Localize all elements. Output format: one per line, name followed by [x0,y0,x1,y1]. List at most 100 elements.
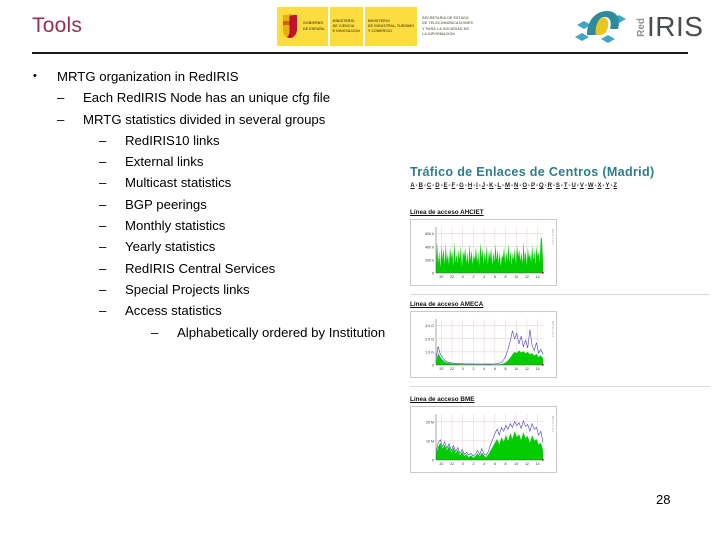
alphabet-link-n[interactable]: N [514,183,519,189]
chart-side-caption: MRTG 2.16.2 [551,416,555,433]
list-item: – Special Projects links [99,279,426,300]
bullet-marker: – [99,132,107,148]
graph-label[interactable]: Línea de acceso AHCIET [410,209,710,216]
bullet-marker: – [99,239,107,255]
alphabet-link-w[interactable]: W [588,183,594,189]
coat-of-arms [280,13,300,40]
y-axis-tick: 20 M [426,420,434,424]
list-item: – RedIRIS10 links [99,130,426,151]
list-item: – RedIRIS Central Services [99,258,426,279]
x-axis-tick: 22 [450,462,454,466]
x-axis-tick: 6 [494,275,496,279]
y-axis-tick: 1.0 G [425,350,434,354]
section-divider [410,294,710,295]
x-axis-tick: 14 [536,367,540,371]
list-item-label: Yearly statistics [125,239,216,255]
logo-text: SECRETARÍA DE ESTADO DE TELECOMUNICACION… [422,16,473,36]
x-axis-tick: 10 [514,275,518,279]
list-item-label: RedIRIS Central Services [125,260,276,276]
list-item: • MRTG organization in RedIRIS [26,66,426,87]
alphabet-link-f[interactable]: F [451,183,456,189]
alphabet-link-c[interactable]: C [427,183,432,189]
chart-canvas: 0 10 M 20 M 20 22 0 2 4 6 8 10 12 14 MRTG 2.16.2 [426,414,555,466]
logo-gobierno-de-espana: GOBIERNO DE ESPAÑA [277,7,328,46]
bullet-marker: – [57,111,65,127]
chart-canvas: 0 1.0 G 2.0 G 3.0 G 20 22 0 2 4 6 8 10 12 14 MRTG 2.16… [425,319,555,371]
bullet-marker: – [99,196,107,212]
list-item: – External links [99,151,426,172]
page-title: Tools [32,14,83,37]
mrtg-screenshot-panel: Tráfico de Enlaces de Centros (Madrid) A… [404,161,715,488]
bullet-marker: – [151,324,159,340]
page-number: 28 [656,492,671,507]
list-item-label: External links [125,154,204,170]
list-item-label: Each RedIRIS Node has an unique cfg file [83,90,331,106]
list-item: – Each RedIRIS Node has an unique cfg fil… [57,87,426,108]
x-axis-tick: 14 [536,462,540,466]
mrtg-chart: 0 10 M 20 M 20 22 0 2 4 6 8 10 12 14 MRTG 2.16.2 [410,406,557,473]
mrtg-graph-block: Línea de acceso AMECA 0 1.0 G 2.0 G 3.0 G 20 2… [410,301,710,378]
x-axis-tick: 8 [505,462,507,466]
alphabet-separator: - [584,183,587,189]
y-axis-tick: 0 [432,459,434,463]
bullet-marker: – [57,90,65,106]
list-item-label: MRTG organization in RedIRIS [57,69,239,84]
y-axis-tick: 400 k [425,245,434,249]
y-axis-tick: 0 [432,272,434,276]
logo-secretaria-estado-telecomunicaciones: SECRETARÍA DE ESTADO DE TELECOMUNICACION… [419,7,476,46]
government-logo-strip: GOBIERNO DE ESPAÑA MINISTERIO DE CIENCIA … [277,7,478,46]
bullet-marker: – [99,218,107,234]
list-item: – BGP peerings [99,194,426,215]
mrtg-chart: 0 1.0 G 2.0 G 3.0 G 20 22 0 2 4 6 8 10 12 14 MRTG 2.16… [410,311,557,378]
chart-canvas: 0 200 k 400 k 600 k 20 22 0 2 4 6 8 10 12 14 MRTG 2.16… [425,227,555,279]
y-axis-tick: 3.0 G [425,324,434,328]
list-item-label: Multicast statistics [125,175,232,191]
x-axis-tick: 4 [483,275,485,279]
logo-text: MINISTERIO DE INDUSTRIA, TURISMO Y COMER… [367,18,415,34]
mrtg-graph-block: Línea de acceso BME 0 10 M 20 M 20 22 0 2 4 6 8 10 1… [410,396,710,473]
x-axis-tick: 22 [450,367,454,371]
list-item-label: RedIRIS10 links [125,132,220,148]
y-axis-tick: 200 k [425,258,434,262]
alphabet-link-k[interactable]: K [489,183,494,189]
rediris-red-text: Red [636,17,647,37]
list-item-label: Special Projects links [125,281,250,297]
mrtg-graph-block: Línea de acceso AHCIET 0 200 k 400 k 600 k 20… [410,209,710,286]
x-axis-tick: 6 [494,367,496,371]
list-item: – Monthly statistics [99,215,426,236]
x-axis-tick: 10 [514,462,518,466]
x-axis-tick: 0 [462,275,464,279]
y-axis-tick: 2.0 G [425,337,434,341]
graph-label[interactable]: Línea de acceso BME [410,396,710,403]
x-axis-tick: 20 [439,462,443,466]
alphabet-link-z[interactable]: Z [613,183,617,189]
x-axis-tick: 6 [494,462,496,466]
list-item: – Multicast statistics [99,172,426,193]
x-axis-tick: 12 [525,367,529,371]
x-axis-tick: 8 [505,275,507,279]
chart-side-caption: MRTG 2.16.2 [551,321,555,338]
y-axis-tick: 10 M [426,439,434,443]
logo-ministerio-industria-turismo-comercio: MINISTERIO DE INDUSTRIA, TURISMO Y COMER… [364,7,418,46]
x-axis-tick: 2 [472,275,474,279]
list-item: – Access statistics [99,300,426,321]
bullet-list: • MRTG organization in RedIRIS – Each RedIR… [26,66,426,343]
x-axis-tick: 0 [462,462,464,466]
x-axis-tick: 2 [472,367,474,371]
mrtg-chart: 0 200 k 400 k 600 k 20 22 0 2 4 6 8 10 12 14 MRTG 2.16… [410,219,557,286]
graph-label[interactable]: Línea de acceso AMECA [410,301,710,308]
x-axis-tick: 0 [462,367,464,371]
x-axis-tick: 22 [450,275,454,279]
x-axis-tick: 20 [439,275,443,279]
list-item-label: BGP peerings [125,196,207,212]
x-axis-tick: 4 [483,462,485,466]
header-divider [32,52,688,54]
list-item-label: Access statistics [125,303,222,319]
alphabet-index[interactable]: A-B-C-D-E-F-G-H-I-J-K-L-M-N-O-P-Q-R-S-T-… [410,183,617,189]
rediris-iris-text: IRIS [647,11,704,42]
list-item-label: Alphabetically ordered by Institution [177,324,386,340]
logo-ministerio-ciencia-innovacion: MINISTERIO DE CIENCIA E INNOVACIÓN [329,7,363,46]
x-axis-tick: 12 [525,275,529,279]
spain-coat-of-arms-icon [282,13,298,39]
list-item-label: MRTG statistics divided in several group… [83,111,326,127]
